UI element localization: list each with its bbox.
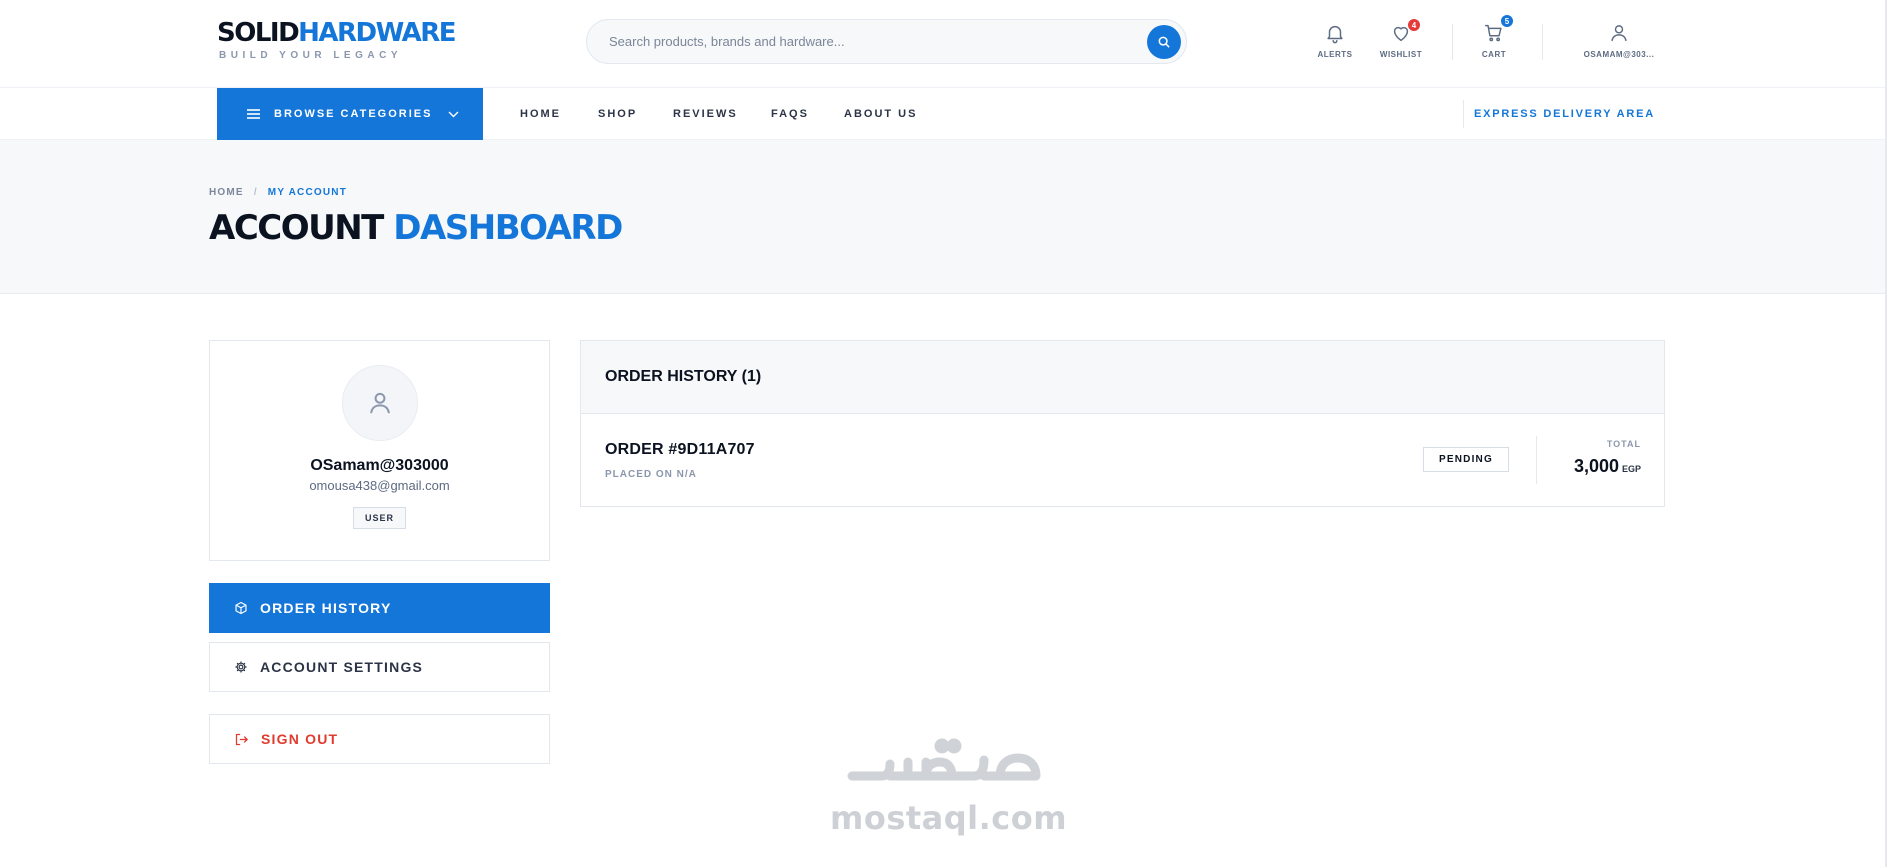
order-row[interactable]: ORDER #9D11A707 PLACED ON N/A PENDING TO…	[581, 414, 1664, 506]
order-total-amount: 3,000	[1573, 456, 1619, 476]
header-divider	[1542, 24, 1543, 60]
nav-link-shop[interactable]: SHOP	[598, 88, 637, 140]
top-header: SOLIDHARDWARE BUILD YOUR LEGACY ALERTS 4…	[0, 0, 1887, 88]
order-history-panel: ORDER HISTORY (1) ORDER #9D11A707 PLACED…	[580, 340, 1665, 507]
page-hero: HOME / MY ACCOUNT ACCOUNT DASHBOARD	[0, 140, 1887, 294]
search-button[interactable]	[1147, 25, 1181, 59]
sign-out-button[interactable]: SIGN OUT	[209, 714, 550, 764]
wishlist-label: WISHLIST	[1379, 50, 1423, 59]
user-icon	[1611, 25, 1627, 42]
main-nav: BROWSE CATEGORIES HOME SHOP REVIEWS FAQS…	[0, 88, 1887, 140]
nav-link-home[interactable]: HOME	[520, 88, 561, 140]
menu-icon	[247, 109, 260, 119]
order-placed-date: PLACED ON N/A	[605, 469, 697, 480]
browse-categories-label: BROWSE CATEGORIES	[274, 108, 433, 120]
watermark: mostaql.com	[830, 736, 1068, 837]
account-button[interactable]: OSAMAM@303...	[1576, 20, 1662, 59]
menu-account-settings-label: ACCOUNT SETTINGS	[260, 659, 424, 675]
account-label: OSAMAM@303...	[1583, 50, 1655, 59]
breadcrumb-current: MY ACCOUNT	[267, 187, 348, 198]
watermark-text: mostaql.com	[830, 799, 1068, 837]
gear-icon	[235, 661, 247, 673]
menu-account-settings[interactable]: ACCOUNT SETTINGS	[209, 642, 550, 692]
wishlist-button[interactable]: 4 WISHLIST	[1371, 18, 1431, 59]
order-divider	[1536, 436, 1537, 484]
order-history-header: ORDER HISTORY (1)	[581, 341, 1664, 414]
express-delivery-link[interactable]: EXPRESS DELIVERY AREA	[1474, 88, 1655, 140]
cart-label: CART	[1481, 50, 1507, 59]
order-total-label: TOTAL	[1606, 439, 1641, 449]
brand-tagline: BUILD YOUR LEGACY	[219, 50, 402, 61]
order-total-currency: EGP	[1621, 464, 1641, 474]
nav-divider	[1463, 100, 1464, 128]
search-bar	[586, 19, 1187, 64]
profile-name: OSamam@303000	[310, 457, 449, 474]
bell-icon	[1327, 25, 1343, 44]
role-badge: USER	[352, 507, 406, 529]
cart-button[interactable]: 5 CART	[1464, 14, 1524, 59]
avatar	[341, 365, 418, 441]
search-input[interactable]	[609, 20, 1109, 63]
logout-icon	[235, 733, 248, 745]
alerts-label: ALERTS	[1317, 50, 1353, 59]
brand-name-blue: HARDWARE	[298, 18, 456, 48]
page-title: ACCOUNT DASHBOARD	[209, 208, 623, 248]
menu-order-history[interactable]: ORDER HISTORY	[209, 583, 550, 633]
breadcrumb-separator: /	[253, 187, 258, 198]
cart-count-badge: 5	[1500, 14, 1514, 28]
watermark-logo	[847, 738, 1041, 781]
box-icon	[235, 601, 247, 615]
brand-name-dark: SOLID	[217, 18, 300, 48]
profile-card: OSamam@303000 omousa438@gmail.com USER	[209, 340, 550, 561]
order-history-title: ORDER HISTORY (1)	[605, 368, 762, 385]
sign-out-label: SIGN OUT	[261, 731, 339, 747]
status-badge: PENDING	[1423, 447, 1509, 472]
menu-order-history-label: ORDER HISTORY	[260, 600, 392, 616]
chevron-down-icon	[448, 111, 459, 117]
nav-link-about-us[interactable]: ABOUT US	[844, 88, 917, 140]
page-title-blue: DASHBOARD	[393, 208, 623, 248]
order-id: ORDER #9D11A707	[605, 441, 755, 458]
search-icon	[1158, 36, 1170, 48]
brand-name: SOLIDHARDWARE	[217, 18, 457, 48]
order-total: 3,000 EGP	[1574, 456, 1641, 477]
breadcrumb-home[interactable]: HOME	[209, 187, 244, 198]
user-icon	[369, 392, 390, 414]
nav-link-faqs[interactable]: FAQS	[771, 88, 809, 140]
header-divider	[1452, 24, 1453, 60]
brand-logo[interactable]: SOLIDHARDWARE BUILD YOUR LEGACY	[217, 18, 457, 61]
page-title-dark: ACCOUNT	[209, 208, 384, 248]
browse-categories-button[interactable]: BROWSE CATEGORIES	[217, 88, 483, 140]
wishlist-count-badge: 4	[1407, 18, 1421, 32]
nav-link-reviews[interactable]: REVIEWS	[673, 88, 738, 140]
profile-email: omousa438@gmail.com	[309, 478, 450, 493]
alerts-button[interactable]: ALERTS	[1305, 20, 1365, 59]
breadcrumb: HOME / MY ACCOUNT	[209, 187, 347, 198]
